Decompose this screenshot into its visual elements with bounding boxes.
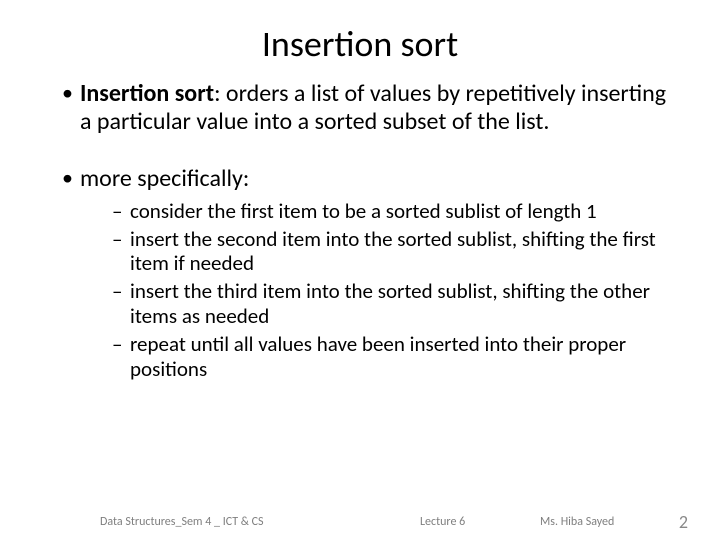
sub-bullet-item: consider the first item to be a sorted s…: [112, 199, 680, 224]
bullet-item: Insertion sort: orders a list of values …: [62, 80, 680, 137]
bullet-item: more specifically: consider the first it…: [62, 165, 680, 382]
sub-bullet-item: insert the second item into the sorted s…: [112, 227, 680, 277]
bullet-text: more specifically:: [80, 164, 249, 193]
slide: Insertion sort Insertion sort: orders a …: [0, 0, 720, 540]
slide-title: Insertion sort: [40, 22, 680, 66]
bullet-lead: Insertion sort: [80, 79, 214, 108]
sub-bullet-item: insert the third item into the sorted su…: [112, 279, 680, 329]
slide-number: 2: [679, 511, 688, 533]
sub-bullet-list: consider the first item to be a sorted s…: [80, 199, 680, 381]
bullet-list: Insertion sort: orders a list of values …: [40, 80, 680, 381]
footer-right: Ms. Hiba Sayed: [540, 515, 614, 529]
sub-bullet-item: repeat until all values have been insert…: [112, 332, 680, 382]
footer-left: Data Structures_Sem 4 _ ICT & CS: [100, 515, 264, 529]
footer-middle: Lecture 6: [420, 515, 465, 529]
